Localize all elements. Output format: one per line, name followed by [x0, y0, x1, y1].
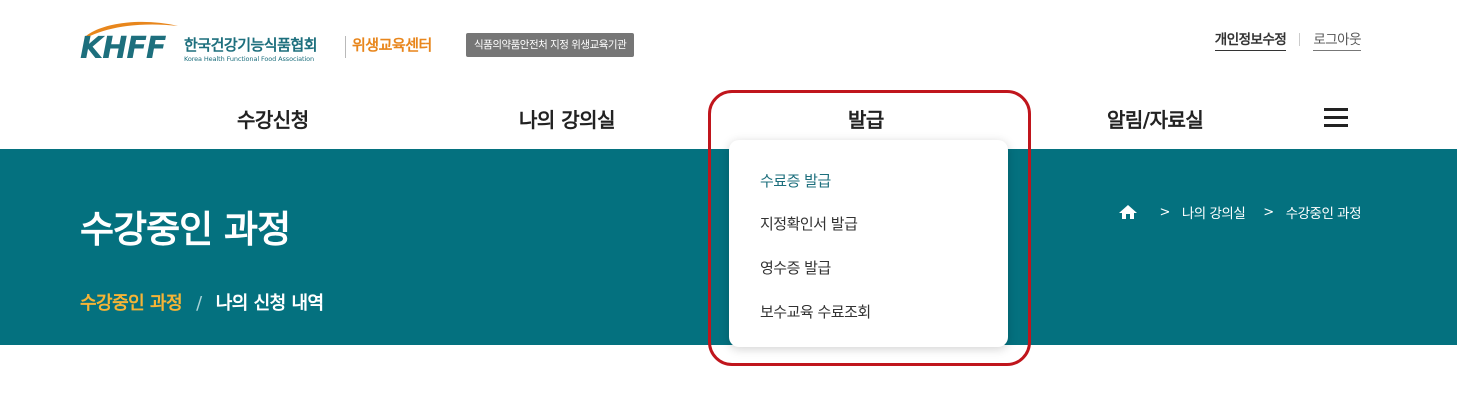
logo-divider — [345, 36, 346, 58]
sub-tab-current-courses[interactable]: 수강중인 과정 — [80, 293, 183, 314]
util-divider — [1299, 33, 1301, 46]
sub-tab-application-history[interactable]: 나의 신청 내역 — [216, 293, 324, 314]
breadcrumb-item-current-courses[interactable]: 수강중인 과정 — [1286, 202, 1362, 222]
issue-dropdown-menu: 수료증 발급 지정확인서 발급 영수증 발급 보수교육 수료조회 — [729, 140, 1008, 347]
gnb-item-issue[interactable]: 발급 — [848, 104, 884, 133]
breadcrumb-item-my-classroom[interactable]: 나의 강의실 — [1182, 202, 1246, 222]
home-icon[interactable] — [1117, 203, 1139, 221]
breadcrumb: > 나의 강의실 > 수강중인 과정 — [1117, 202, 1362, 222]
org-name-en: Korea Health Functional Food Association — [184, 55, 315, 63]
utility-nav: 개인정보수정 로그아웃 — [1214, 28, 1361, 51]
dropdown-item-certificate[interactable]: 수료증 발급 — [760, 170, 831, 191]
dropdown-item-refresher-completion[interactable]: 보수교육 수료조회 — [760, 301, 871, 322]
center-name: 위생교육센터 — [352, 36, 432, 54]
chevron-right-icon: > — [1159, 204, 1170, 220]
dropdown-item-designation-confirmation[interactable]: 지정확인서 발급 — [760, 213, 858, 234]
designation-badge: 식품의약품안전처 지정 위생교육기관 — [466, 33, 635, 57]
khff-logo-mark: KHFF — [80, 20, 178, 66]
edit-profile-link[interactable]: 개인정보수정 — [1214, 28, 1287, 51]
sub-tab-separator: / — [196, 293, 202, 314]
hamburger-icon[interactable] — [1324, 108, 1348, 128]
org-name-ko: 한국건강기능식품협회 — [184, 36, 318, 54]
gnb-item-notice-library[interactable]: 알림/자료실 — [1107, 104, 1204, 133]
site-logo[interactable]: KHFF 한국건강기능식품협회 Korea Health Functional … — [80, 18, 460, 68]
page-title: 수강중인 과정 — [80, 208, 291, 251]
logout-link[interactable]: 로그아웃 — [1313, 28, 1361, 51]
gnb-item-my-classroom[interactable]: 나의 강의실 — [519, 104, 615, 133]
sub-tabs: 수강중인 과정 / 나의 신청 내역 — [80, 289, 324, 315]
gnb-item-enroll[interactable]: 수강신청 — [237, 104, 309, 133]
logo-text: KHFF — [80, 31, 166, 66]
chevron-right-icon: > — [1263, 204, 1274, 220]
dropdown-item-receipt[interactable]: 영수증 발급 — [760, 257, 831, 278]
